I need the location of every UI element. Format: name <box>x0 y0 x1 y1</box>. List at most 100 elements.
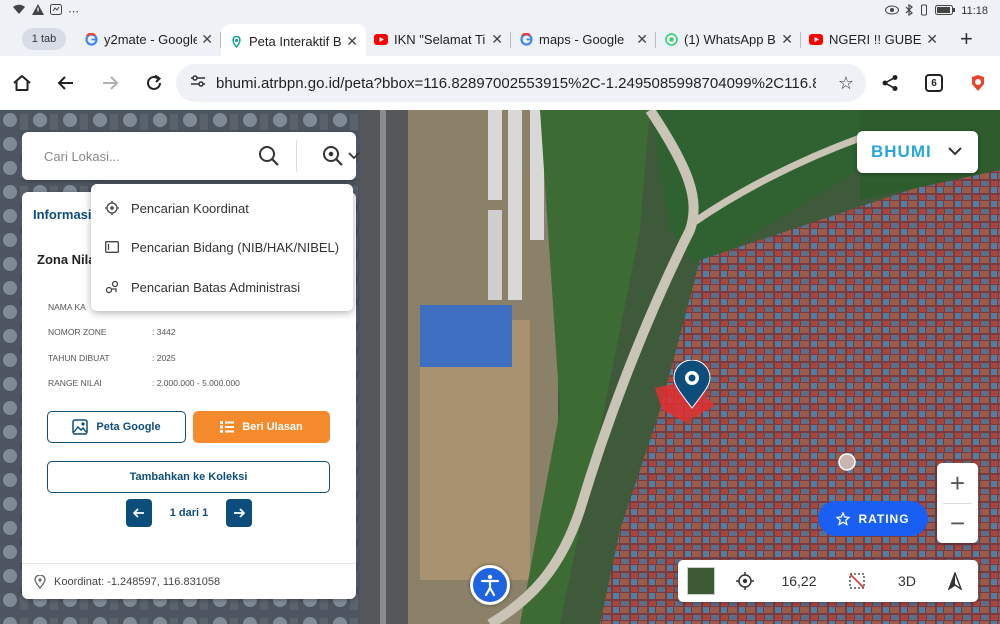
basemap-selector[interactable]: BHUMI <box>857 131 978 173</box>
close-icon[interactable]: ✕ <box>926 31 938 48</box>
search-icon[interactable] <box>258 145 280 172</box>
rating-button[interactable]: RATING <box>818 501 928 536</box>
url-text[interactable]: bhumi.atrbpn.go.id/peta?bbox=116.8289700… <box>216 75 816 92</box>
coordinate-footer: Koordinat: -1.248597, 116.831058 <box>22 563 356 599</box>
google-map-label: Peta Google <box>96 421 161 433</box>
bhumi-icon <box>229 34 243 48</box>
measure-button[interactable] <box>842 560 872 602</box>
info-key: TAHUN DIBUAT <box>48 353 110 363</box>
grid-off-icon <box>849 573 865 589</box>
tab-title: maps - Google <box>539 31 625 47</box>
browser-menu-button[interactable] <box>956 61 1000 105</box>
share-button[interactable] <box>868 61 912 105</box>
google-icon <box>84 32 98 46</box>
site-settings-icon[interactable] <box>190 74 206 93</box>
zoom-level: 16,22 <box>781 573 817 589</box>
home-button[interactable] <box>0 61 44 105</box>
zoom-search-icon <box>323 146 343 166</box>
back-arrow-icon <box>57 76 73 90</box>
close-icon[interactable]: ✕ <box>201 31 213 48</box>
arrow-right-icon <box>234 508 245 518</box>
zone-title: Zona Nilai <box>37 252 100 267</box>
battery-icon <box>935 4 956 18</box>
close-icon[interactable]: ✕ <box>781 31 793 48</box>
zoom-in-button[interactable]: + <box>937 463 978 503</box>
tab-count-badge[interactable]: 1 tab <box>22 28 66 50</box>
rating-label: RATING <box>858 511 910 526</box>
toggle-3d-button[interactable]: 3D <box>890 560 924 602</box>
browser-toolbar: bhumi.atrbpn.go.id/peta?bbox=116.8289700… <box>0 56 1000 110</box>
share-icon <box>882 75 898 91</box>
basemap-thumbnail-button[interactable] <box>686 560 716 602</box>
page-indicator: 1 dari 1 <box>169 507 209 519</box>
tab-ikn[interactable]: IKN "Selamat Ti ✕ <box>366 24 511 54</box>
info-value: : 2.000.000 - 5.000.000 <box>152 378 240 388</box>
search-input[interactable] <box>44 148 249 164</box>
info-row: TAHUN DIBUAT : 2025 <box>48 353 176 363</box>
whatsapp-icon <box>664 32 678 46</box>
menu-item-parcel-search[interactable]: Pencarian Bidang (NIB/HAK/NIBEL) <box>105 235 339 259</box>
tab-maps-google[interactable]: maps - Google ✕ <box>511 24 656 54</box>
reload-button[interactable] <box>132 61 176 105</box>
basemap-thumbnail <box>687 567 715 595</box>
search-mode-toggle[interactable] <box>322 145 360 167</box>
google-icon <box>519 32 533 46</box>
tab-ngeri[interactable]: NGERI !! GUBER ✕ <box>801 24 946 54</box>
tab-switcher-button[interactable]: 6 <box>912 61 956 105</box>
parcel-icon <box>105 241 119 253</box>
location-marker-icon <box>34 574 46 589</box>
google-map-button[interactable]: Peta Google <box>47 411 186 443</box>
coordinate-text: Koordinat: -1.248597, 116.831058 <box>54 575 221 588</box>
back-button[interactable] <box>44 61 88 105</box>
gps-icon <box>736 572 754 590</box>
close-icon[interactable]: ✕ <box>636 31 648 48</box>
tab-y2mate[interactable]: y2mate - Google ✕ <box>76 24 221 54</box>
menu-item-admin-boundary-search[interactable]: Pencarian Batas Administrasi <box>105 275 300 299</box>
close-icon[interactable]: ✕ <box>491 31 503 48</box>
forward-arrow-icon <box>103 76 119 90</box>
tab-title: IKN "Selamat Ti <box>394 31 486 47</box>
zoom-out-button[interactable]: − <box>937 503 978 543</box>
chevron-down-icon <box>948 147 962 156</box>
forward-button[interactable] <box>88 61 132 105</box>
new-tab-icon[interactable]: + <box>960 26 973 52</box>
menu-item-coordinate-search[interactable]: Pencarian Koordinat <box>105 196 249 220</box>
zoom-divider <box>943 503 972 504</box>
review-button[interactable]: Beri Ulasan <box>193 411 330 443</box>
star-icon <box>836 511 851 526</box>
location-search-box <box>22 132 360 180</box>
youtube-icon <box>809 32 823 46</box>
prev-page-button[interactable] <box>126 499 152 527</box>
close-icon[interactable]: ✕ <box>346 33 358 50</box>
status-left: ⋯ <box>12 4 79 18</box>
tab-whatsapp[interactable]: (1) WhatsApp B ✕ <box>656 24 801 54</box>
address-bar[interactable]: bhumi.atrbpn.go.id/peta?bbox=116.8289700… <box>176 64 866 102</box>
info-value: : 3442 <box>152 327 176 337</box>
tab-title: Peta Interaktif B <box>249 33 342 49</box>
menu-item-label: Pencarian Bidang (NIB/HAK/NIBEL) <box>131 239 340 255</box>
chevron-down-icon <box>348 152 360 160</box>
accessibility-button[interactable] <box>470 565 510 605</box>
crosshair-icon <box>105 201 119 215</box>
locate-me-button[interactable] <box>730 560 760 602</box>
more-notifications-icon: ⋯ <box>68 5 79 18</box>
info-value: : 2025 <box>152 353 176 363</box>
tab-title: y2mate - Google <box>104 31 198 47</box>
bluetooth-icon <box>905 3 914 19</box>
bookmark-star-icon[interactable]: ☆ <box>838 73 854 94</box>
compass-north-icon <box>948 572 962 590</box>
location-pin-icon[interactable] <box>672 360 712 410</box>
boundary-icon <box>105 280 119 294</box>
tab-peta-interaktif[interactable]: Peta Interaktif B ✕ <box>221 24 366 58</box>
review-label: Beri Ulasan <box>242 421 303 433</box>
panel-title: Informasi <box>33 207 92 222</box>
zoom-controls: + − <box>937 463 978 543</box>
add-to-collection-label: Tambahkan ke Koleksi <box>129 471 248 483</box>
next-page-button[interactable] <box>226 499 252 527</box>
brave-menu-icon <box>972 75 984 91</box>
wifi-icon <box>12 4 26 18</box>
add-to-collection-button[interactable]: Tambahkan ke Koleksi <box>47 461 330 493</box>
clock-time: 11:18 <box>961 5 988 17</box>
compass-button[interactable] <box>940 560 970 602</box>
home-icon <box>13 75 31 91</box>
